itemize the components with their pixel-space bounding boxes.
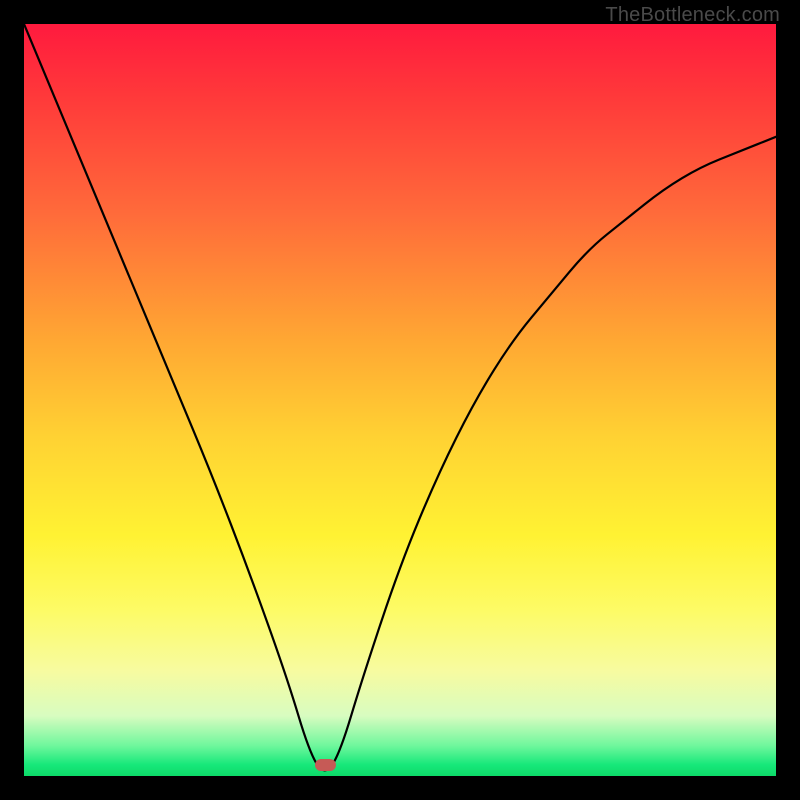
optimum-marker	[315, 759, 336, 771]
attribution-text: TheBottleneck.com	[605, 4, 780, 27]
chart-plot-area	[24, 24, 776, 776]
